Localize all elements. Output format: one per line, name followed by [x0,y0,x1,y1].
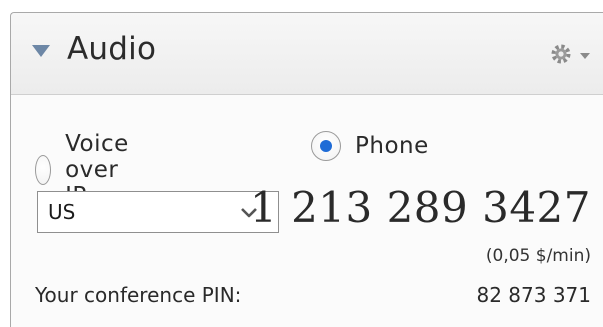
conference-pin-value: 82 873 371 [476,283,591,307]
phone-label[interactable]: Phone [355,133,429,159]
radio-selected-dot [320,140,332,152]
phone-radio[interactable]: Phone [311,131,429,161]
call-rate: (0,05 $/min) [485,246,591,266]
conference-pin-label: Your conference PIN: [35,283,242,307]
panel-title: Audio [67,31,157,67]
dial-in-phone-number: 1 213 289 3427 [250,183,591,232]
country-select-value: US [48,200,76,224]
settings-button[interactable] [545,39,597,69]
audio-panel-header[interactable]: Audio [11,13,603,95]
country-select[interactable]: US [37,191,279,233]
triangle-down-icon[interactable] [31,43,51,59]
audio-panel: Audio Voice over IP Phone US [10,12,603,327]
gear-icon [551,44,590,64]
radio-circle-selected[interactable] [311,131,341,161]
radio-circle[interactable] [35,155,52,185]
